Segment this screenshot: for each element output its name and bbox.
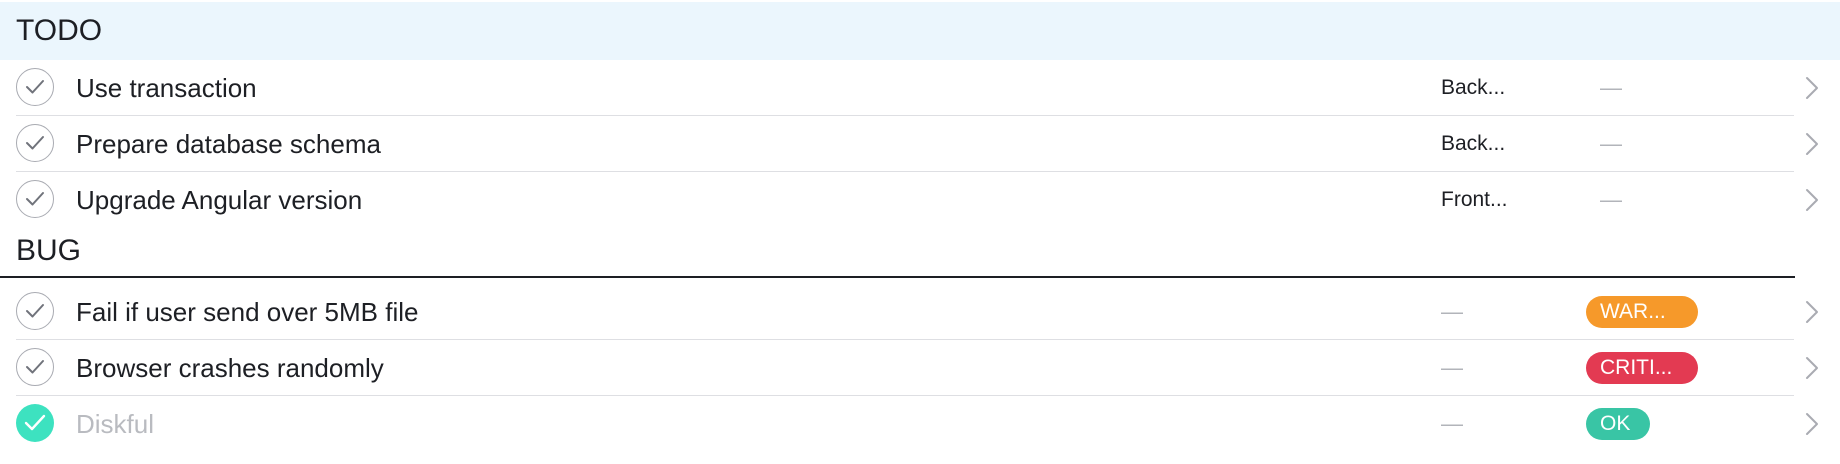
project-empty: —: [1441, 355, 1463, 380]
task-title[interactable]: Use transaction: [76, 60, 257, 116]
status-cell: WAR...: [1586, 284, 1698, 340]
task-title[interactable]: Diskful: [76, 396, 154, 452]
check-icon: [26, 304, 44, 318]
check-icon: [26, 360, 44, 374]
project-empty: —: [1441, 411, 1463, 436]
chevron-right-icon[interactable]: [1804, 412, 1820, 436]
status-cell: CRITI...: [1586, 340, 1698, 396]
chevron-right-icon[interactable]: [1804, 300, 1820, 324]
check-icon: [26, 80, 44, 94]
status-empty: —: [1600, 187, 1622, 212]
status-badge[interactable]: WAR...: [1586, 296, 1698, 328]
check-icon: [26, 136, 44, 150]
chevron-right-icon[interactable]: [1804, 188, 1820, 212]
status-badge[interactable]: OK: [1586, 408, 1650, 440]
complete-checkbox[interactable]: [16, 180, 54, 218]
complete-checkbox[interactable]: [16, 68, 54, 106]
section-title: BUG: [16, 234, 82, 267]
check-icon: [26, 192, 44, 206]
check-icon: [24, 414, 46, 431]
task-row[interactable]: Fail if user send over 5MB file — WAR...: [0, 284, 1840, 340]
status-cell: —: [1586, 172, 1622, 228]
status-empty: —: [1600, 131, 1622, 156]
complete-checkbox[interactable]: [16, 404, 54, 442]
task-title[interactable]: Prepare database schema: [76, 116, 381, 172]
project-label: Back...: [1441, 132, 1506, 155]
task-title[interactable]: Upgrade Angular version: [76, 172, 362, 228]
chevron-right-icon[interactable]: [1804, 356, 1820, 380]
task-row[interactable]: Use transaction Back... —: [0, 60, 1840, 116]
project-label: Back...: [1441, 76, 1506, 99]
status-empty: —: [1600, 75, 1622, 100]
project-label: Front...: [1441, 188, 1508, 211]
project-empty: —: [1441, 299, 1463, 324]
task-row[interactable]: Diskful — OK: [0, 396, 1840, 452]
chevron-right-icon[interactable]: [1804, 76, 1820, 100]
status-cell: —: [1586, 116, 1622, 172]
task-title[interactable]: Browser crashes randomly: [76, 340, 384, 396]
status-badge[interactable]: CRITI...: [1586, 352, 1698, 384]
status-cell: OK: [1586, 396, 1650, 452]
task-row[interactable]: Browser crashes randomly — CRITI...: [0, 340, 1840, 396]
task-list: TODO Use transaction Back... — Prepare d…: [0, 0, 1840, 464]
task-row[interactable]: Prepare database schema Back... —: [0, 116, 1840, 172]
chevron-right-icon[interactable]: [1804, 132, 1820, 156]
section-header-bug: BUG: [0, 226, 1795, 278]
complete-checkbox[interactable]: [16, 124, 54, 162]
section-header-todo: TODO: [0, 2, 1840, 60]
complete-checkbox[interactable]: [16, 292, 54, 330]
task-title[interactable]: Fail if user send over 5MB file: [76, 284, 418, 340]
section-title: TODO: [16, 14, 103, 47]
complete-checkbox[interactable]: [16, 348, 54, 386]
status-cell: —: [1586, 60, 1622, 116]
task-row[interactable]: Upgrade Angular version Front... —: [0, 172, 1840, 228]
